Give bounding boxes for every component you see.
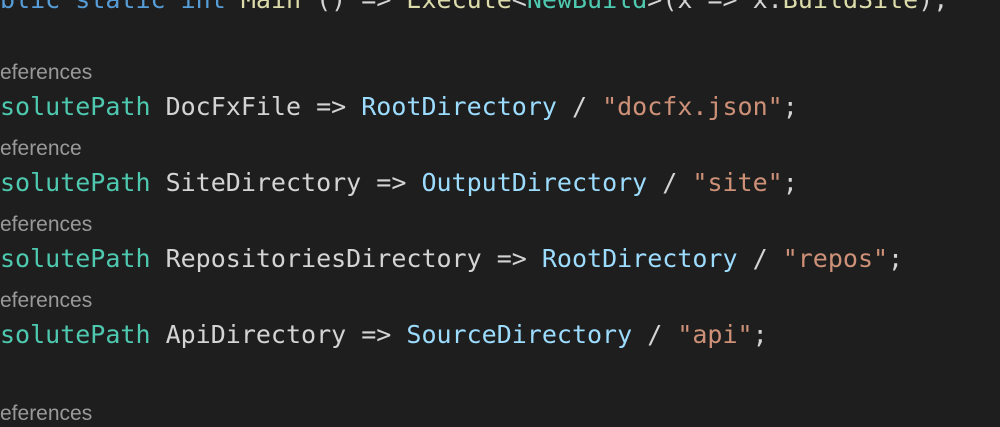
path-operator: / [647,168,693,197]
code-line-repositories-directory: solutePath RepositoriesDirectory => Root… [0,244,903,274]
type-name: solutePath [0,320,151,349]
path-operator: / [632,320,678,349]
property-name: ApiDirectory [150,320,362,349]
type-name: NewBuild [527,0,647,14]
code-line-api-directory: solutePath ApiDirectory => SourceDirecto… [0,320,768,350]
code-editor[interactable]: blic static int Main () => Execute<NewBu… [0,0,1000,427]
code-line-docfx-file: solutePath DocFxFile => RootDirectory / … [0,92,798,122]
property-reference: OutputDirectory [421,168,648,197]
code-text: () => [301,0,406,14]
property-name: SiteDirectory [150,168,377,197]
method-name: Main [241,0,301,14]
type-name: solutePath [0,244,151,273]
string-literal: "api" [677,320,753,349]
keyword-token: blic [0,0,75,14]
string-literal: "repos" [782,244,889,273]
codelens-references[interactable]: eferences [0,288,92,314]
codelens-references[interactable]: eferences [0,60,92,86]
semicolon: ; [888,244,904,273]
codelens-references[interactable]: eferences [0,212,92,238]
string-literal: "site" [692,168,783,197]
property-reference: SourceDirectory [406,320,633,349]
property-name: DocFxFile [150,92,317,121]
type-name: solutePath [0,92,151,121]
codelens-references[interactable]: eferences [0,401,92,427]
code-text: < [512,0,527,14]
semicolon: ; [782,168,798,197]
code-line-main: blic static int Main () => Execute<NewBu… [0,0,948,15]
arrow-operator: => [316,92,362,121]
path-operator: / [737,244,783,273]
type-name: solutePath [0,168,151,197]
method-name: BuildSite [783,0,918,14]
path-operator: / [556,92,603,121]
semicolon: ; [782,92,798,121]
property-name: RepositoriesDirectory [150,244,497,273]
arrow-operator: => [496,244,542,273]
property-reference: RootDirectory [361,92,557,121]
codelens-references[interactable]: eference [0,136,82,162]
property-reference: RootDirectory [541,244,738,273]
arrow-operator: => [361,320,407,349]
method-name: Execute [406,0,511,14]
string-literal: "docfx.json" [602,92,783,121]
arrow-operator: => [376,168,422,197]
code-text: ); [918,0,948,14]
keyword-token: static [75,0,180,14]
code-line-site-directory: solutePath SiteDirectory => OutputDirect… [0,168,798,198]
keyword-token: int [181,0,241,14]
semicolon: ; [752,320,768,349]
code-text: >(x => x. [647,0,782,14]
